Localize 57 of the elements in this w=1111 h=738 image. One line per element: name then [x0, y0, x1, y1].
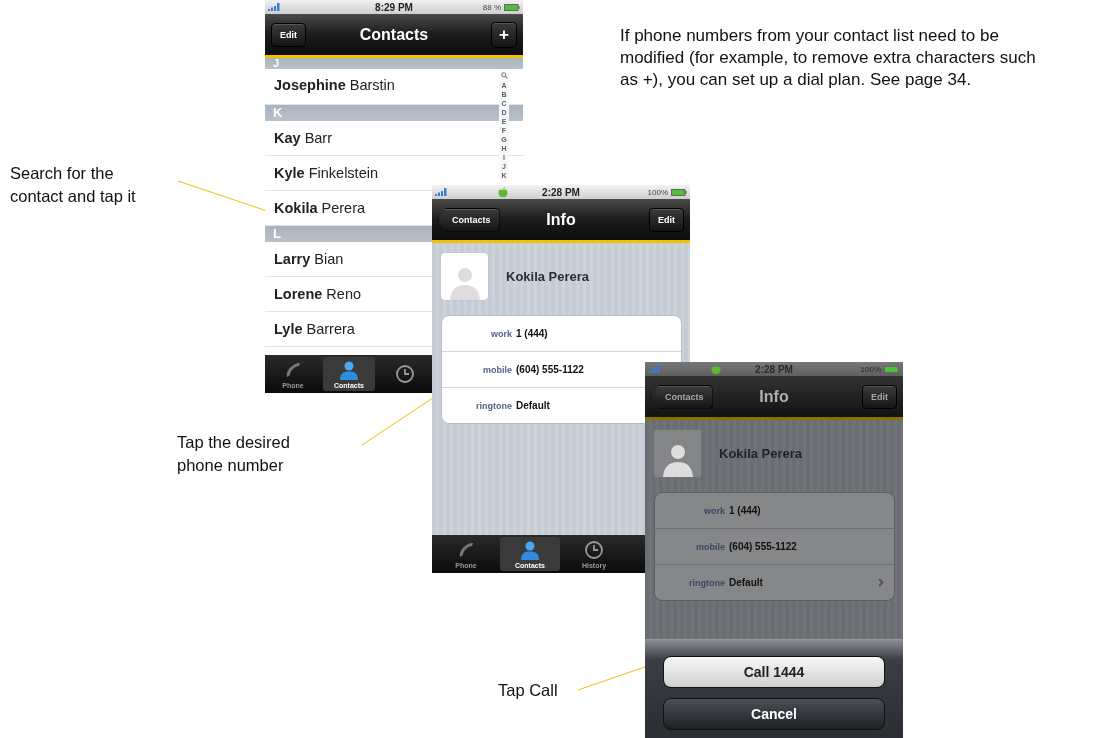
battery-icon: [884, 365, 900, 373]
battery-icon: [671, 188, 687, 196]
field-value[interactable]: (604) 555-1122: [729, 541, 797, 552]
clock-icon: [395, 364, 415, 384]
sheet-button[interactable]: Call 1444: [663, 656, 885, 688]
field-value[interactable]: Default: [729, 577, 763, 588]
callout-text: Tap Call: [498, 680, 558, 701]
battery-percent: 88 %: [482, 2, 501, 12]
contact-name[interactable]: Josephine Barstin: [274, 77, 395, 93]
field-label: mobile: [482, 364, 512, 375]
contact-name: Kokila Perera: [506, 268, 590, 284]
avatar-placeholder: [654, 429, 701, 477]
nav-button[interactable]: +: [491, 21, 517, 48]
status-time: 2:28 PM: [542, 186, 580, 198]
avatar-placeholder: [441, 252, 488, 300]
battery-icon: [504, 3, 520, 11]
contact-name[interactable]: Lorene Reno: [274, 286, 362, 302]
field-value[interactable]: 1 (444): [516, 328, 548, 339]
nav-button[interactable]: Edit: [271, 22, 306, 47]
instruction-text: If phone numbers from your contact list need to be modified (for example, to remove extra characters such as +), you can set up a dial plan. See page 34.: [620, 25, 1037, 91]
person-icon: [339, 359, 359, 380]
contact-name[interactable]: Lyle Barrera: [274, 321, 355, 337]
field-label: ringtone: [475, 400, 512, 411]
field-value[interactable]: Default: [516, 400, 550, 411]
contact-name[interactable]: Kokila Perera: [274, 200, 366, 216]
apple-icon: [498, 186, 508, 198]
field-label: ringtone: [688, 577, 725, 588]
signal-icon: [648, 365, 661, 373]
field-value[interactable]: (604) 555-1122: [516, 364, 584, 375]
field-label: mobile: [695, 541, 725, 552]
search-icon[interactable]: [500, 72, 508, 79]
field-label: work: [703, 505, 725, 516]
nav-title: Info: [546, 210, 576, 229]
back-button[interactable]: Contacts: [651, 384, 713, 409]
section-header: J: [265, 58, 523, 69]
nav-title: Info: [759, 387, 789, 406]
callout-text: Tap the desired phone number: [177, 432, 291, 476]
clock-icon: [584, 539, 604, 560]
status-time: 8:29 PM: [375, 1, 413, 13]
callout-text: Search for the contact and tap it: [10, 163, 137, 207]
field-value[interactable]: 1 (444): [729, 505, 761, 516]
contact-name[interactable]: Larry Bian: [274, 251, 344, 267]
back-button[interactable]: Contacts: [438, 207, 500, 232]
nav-button[interactable]: Edit: [649, 207, 684, 232]
status-time: 2:28 PM: [755, 363, 793, 375]
nav-button[interactable]: Edit: [862, 384, 897, 409]
apple-icon: [711, 363, 721, 375]
signal-icon: [268, 3, 281, 11]
person-icon: [520, 539, 540, 560]
contact-name[interactable]: Kay Barr: [274, 130, 333, 146]
contact-name[interactable]: Kyle Finkelstein: [274, 165, 378, 181]
signal-icon: [435, 188, 448, 196]
contact-name: Kokila Perera: [719, 445, 803, 461]
nav-title: Contacts: [359, 25, 429, 44]
battery-percent: 100%: [647, 187, 668, 197]
field-label: work: [490, 328, 512, 339]
sheet-button[interactable]: Cancel: [663, 698, 885, 730]
